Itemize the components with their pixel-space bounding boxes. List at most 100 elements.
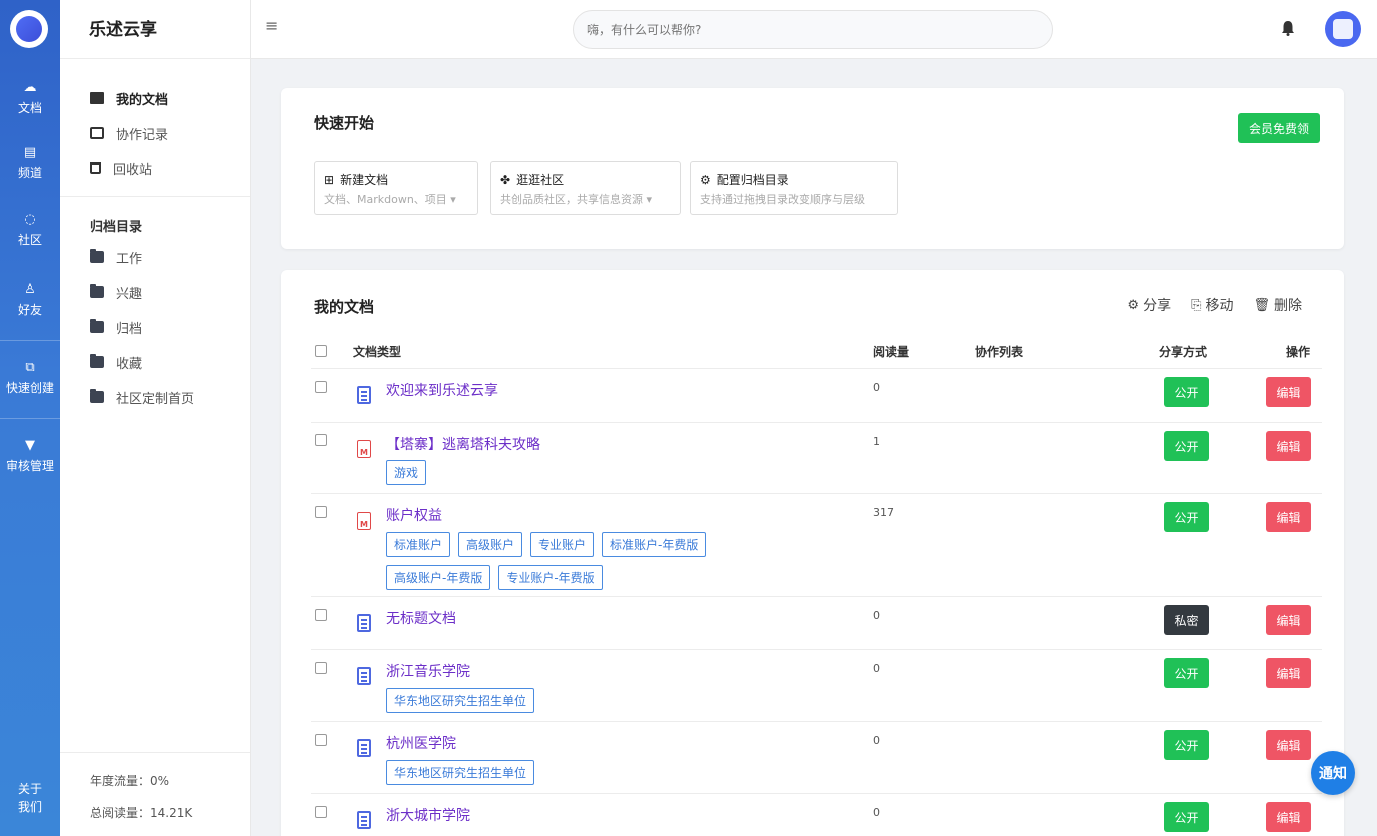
tag-list: 标准账户 高级账户 专业账户 标准账户-年费版 高级账户-年费版 专业账户-年费… xyxy=(386,532,766,590)
sidebar-item-trash[interactable]: 回收站 xyxy=(90,158,152,178)
row-checkbox[interactable] xyxy=(315,806,327,818)
tag[interactable]: 高级账户-年费版 xyxy=(386,565,491,590)
my-docs-card: 我的文档 ⚙ 分享 ⎘ 移动 🗑 删除 文档类型 阅读量 协作列表 分享方式 操作 欢… xyxy=(281,270,1344,836)
select-all-checkbox[interactable] xyxy=(315,345,327,357)
move-action[interactable]: ⎘ 移动 xyxy=(1191,295,1233,315)
new-doc-card[interactable]: ⊞ 新建文档 文档、Markdown、项目 ▾ xyxy=(314,161,478,215)
folder-plus-icon xyxy=(90,249,104,263)
col-reads[interactable]: 阅读量 xyxy=(873,343,909,360)
doc-title-link[interactable]: 杭州医学院 xyxy=(386,733,456,753)
doc-reads: 0 xyxy=(873,381,880,394)
bell-icon[interactable] xyxy=(1281,20,1295,36)
cloud-icon: ☁ xyxy=(23,80,37,95)
row-checkbox[interactable] xyxy=(315,734,327,746)
folder-work[interactable]: 工作 xyxy=(90,247,142,267)
folder-archive[interactable]: 归档 xyxy=(90,317,142,337)
col-collab: 协作列表 xyxy=(975,345,1024,359)
document-icon xyxy=(357,811,371,829)
share-action[interactable]: ⚙ 分享 xyxy=(1127,295,1171,315)
doc-title-link[interactable]: 浙江音乐学院 xyxy=(386,661,470,681)
folder-icon xyxy=(90,354,104,368)
trash-icon: 🗑 xyxy=(1253,297,1270,313)
share-public-button[interactable]: 公开 xyxy=(1164,431,1209,461)
markdown-icon: M xyxy=(357,440,371,458)
edit-button[interactable]: 编辑 xyxy=(1266,377,1311,407)
edit-button[interactable]: 编辑 xyxy=(1266,658,1311,688)
doc-reads: 317 xyxy=(873,506,894,519)
share-public-button[interactable]: 公开 xyxy=(1164,730,1209,760)
doc-title-link[interactable]: 账户权益 xyxy=(386,505,442,525)
vip-free-button[interactable]: 会员免费领 xyxy=(1238,113,1320,143)
tag[interactable]: 专业账户-年费版 xyxy=(498,565,603,590)
row-checkbox[interactable] xyxy=(315,609,327,621)
tag[interactable]: 标准账户-年费版 xyxy=(602,532,707,557)
rail-item-review[interactable]: ▼ 审核管理 xyxy=(0,438,60,474)
tag[interactable]: 高级账户 xyxy=(458,532,523,557)
row-checkbox[interactable] xyxy=(315,662,327,674)
delete-action[interactable]: 🗑 删除 xyxy=(1253,295,1302,315)
edit-button[interactable]: 编辑 xyxy=(1266,502,1311,532)
app-logo[interactable] xyxy=(10,10,48,48)
doc-title-link[interactable]: 无标题文档 xyxy=(386,608,456,628)
total-reads: 总阅读量：14.21K xyxy=(90,806,193,820)
tag-list: 华东地区研究生招生单位 xyxy=(386,688,766,713)
doc-reads: 1 xyxy=(873,435,880,448)
avatar[interactable] xyxy=(1325,11,1361,47)
edit-button[interactable]: 编辑 xyxy=(1266,431,1311,461)
edit-button[interactable]: 编辑 xyxy=(1266,605,1311,635)
doc-title-link[interactable]: 【塔寨】逃离塔科夫攻略 xyxy=(386,434,540,454)
row-checkbox[interactable] xyxy=(315,381,327,393)
rail-item-docs[interactable]: ☁ 文档 xyxy=(0,80,60,116)
row-checkbox[interactable] xyxy=(315,506,327,518)
doc-title-link[interactable]: 欢迎来到乐述云享 xyxy=(386,380,498,400)
tag-list: 华东地区研究生招生单位 xyxy=(386,760,766,785)
row-divider xyxy=(311,721,1322,722)
config-archive-card[interactable]: ⚙ 配置归档目录 支持通过拖拽目录改变顺序与层级 xyxy=(690,161,898,215)
sidebar-divider xyxy=(60,196,250,197)
share-public-button[interactable]: 公开 xyxy=(1164,502,1209,532)
doc-reads: 0 xyxy=(873,806,880,819)
search-input[interactable] xyxy=(573,10,1053,49)
left-rail: ☁ 文档 ▤ 频道 ◌ 社区 ♙ 好友 ⧉ 快速创建 ▼ 审核管理 关于 我们 xyxy=(0,0,60,836)
doc-title-link[interactable]: 浙大城市学院 xyxy=(386,805,470,825)
tag[interactable]: 标准账户 xyxy=(386,532,451,557)
folder-community-home[interactable]: 社区定制首页 xyxy=(90,387,194,407)
col-share: 分享方式 xyxy=(1159,345,1208,359)
tag[interactable]: 专业账户 xyxy=(530,532,595,557)
rail-item-community[interactable]: ◌ 社区 xyxy=(0,212,60,248)
sidebar-item-collab[interactable]: 协作记录 xyxy=(90,123,168,143)
document-icon xyxy=(357,739,371,757)
row-divider xyxy=(311,368,1322,369)
sidebar-item-my-docs[interactable]: 我的文档 xyxy=(90,88,168,108)
row-checkbox[interactable] xyxy=(315,434,327,446)
annual-traffic: 年度流量：0% xyxy=(90,774,170,788)
share-public-button[interactable]: 公开 xyxy=(1164,658,1209,688)
share-private-button[interactable]: 私密 xyxy=(1164,605,1209,635)
rail-about-us[interactable]: 关于 我们 xyxy=(0,780,60,816)
doc-reads: 0 xyxy=(873,734,880,747)
gear-icon: ⚙ xyxy=(1127,297,1140,313)
folder-interest[interactable]: 兴趣 xyxy=(90,282,142,302)
edit-button[interactable]: 编辑 xyxy=(1266,802,1311,832)
gear-icon: ⚙ xyxy=(700,172,711,187)
folder-icon xyxy=(90,319,104,333)
folder-favorites[interactable]: 收藏 xyxy=(90,352,142,372)
share-public-button[interactable]: 公开 xyxy=(1164,377,1209,407)
users-icon: ♙ xyxy=(24,282,36,297)
rail-item-channels[interactable]: ▤ 频道 xyxy=(0,145,60,181)
rail-item-quick-create[interactable]: ⧉ 快速创建 xyxy=(0,360,60,396)
tag[interactable]: 华东地区研究生招生单位 xyxy=(386,760,535,785)
archive-heading: 归档目录 xyxy=(90,220,143,235)
tag[interactable]: 游戏 xyxy=(386,460,427,485)
plus-square-icon: ⊞ xyxy=(324,172,335,187)
notify-button[interactable]: 通知 xyxy=(1311,751,1355,795)
clover-icon: ✤ xyxy=(500,172,511,187)
menu-icon[interactable]: ≡ xyxy=(265,16,278,35)
sidebar: 乐述云享 我的文档 协作记录 回收站 归档目录 工作 兴趣 归档 收藏 社区定制… xyxy=(60,0,251,836)
rail-item-friends[interactable]: ♙ 好友 xyxy=(0,282,60,318)
tag[interactable]: 华东地区研究生招生单位 xyxy=(386,688,535,713)
doc-reads: 0 xyxy=(873,609,880,622)
browse-community-card[interactable]: ✤ 逛逛社区 共创品质社区，共享信息资源 ▾ xyxy=(490,161,681,215)
edit-button[interactable]: 编辑 xyxy=(1266,730,1311,760)
share-public-button[interactable]: 公开 xyxy=(1164,802,1209,832)
